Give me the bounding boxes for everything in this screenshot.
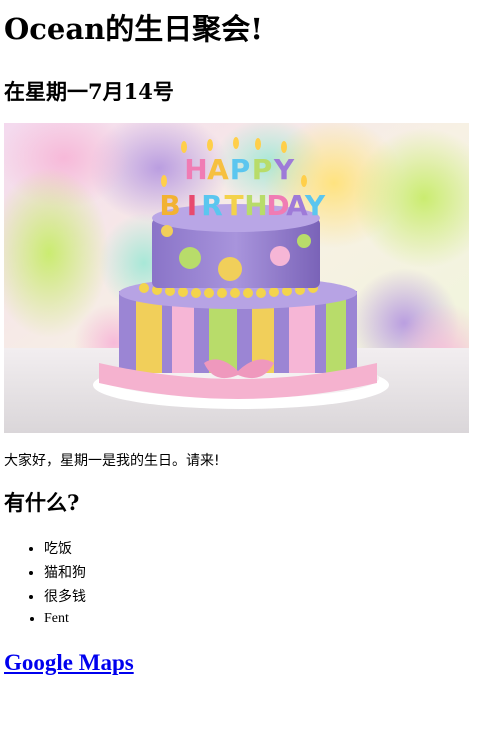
svg-text:P: P xyxy=(252,153,273,186)
page-content: Ocean的生日聚会! 在星期一7月14号 H A P P Y B I R T … xyxy=(0,0,482,678)
list-item: 很多钱 xyxy=(44,585,478,609)
svg-text:B: B xyxy=(159,189,180,222)
svg-text:H: H xyxy=(184,153,207,186)
svg-text:Y: Y xyxy=(304,189,326,222)
list-item: Fent xyxy=(44,609,478,629)
what-section-heading: 有什么? xyxy=(4,490,80,515)
google-maps-link[interactable]: Google Maps xyxy=(4,648,134,678)
page-title: Ocean的生日聚会! xyxy=(4,12,263,46)
svg-text:H: H xyxy=(244,189,267,222)
svg-text:Y: Y xyxy=(273,153,295,186)
list-item: 吃饭 xyxy=(44,537,478,561)
birthday-cake-image: H A P P Y B I R T H D A Y xyxy=(4,123,469,433)
svg-text:T: T xyxy=(224,189,243,222)
svg-text:P: P xyxy=(230,153,251,186)
event-date-heading: 在星期一7月14号 xyxy=(4,79,174,104)
svg-text:I: I xyxy=(187,189,197,222)
intro-text: 大家好，星期一是我的生日。请来! xyxy=(4,453,220,469)
list-item: 猫和狗 xyxy=(44,561,478,585)
svg-text:R: R xyxy=(201,189,223,222)
svg-text:A: A xyxy=(207,153,229,186)
items-list: 吃饭 猫和狗 很多钱 Fent xyxy=(4,537,478,629)
